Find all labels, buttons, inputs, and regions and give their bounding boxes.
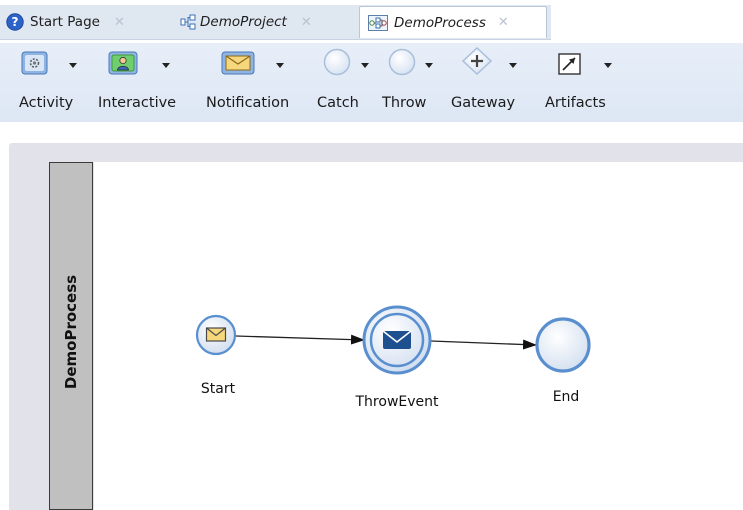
gateway-label[interactable]: Gateway <box>451 95 515 111</box>
throw-button[interactable] <box>384 48 420 76</box>
start-event[interactable] <box>195 314 237 356</box>
notification-dropdown-icon[interactable] <box>276 63 284 68</box>
catch-label[interactable]: Catch <box>317 95 359 111</box>
catch-event-circle-icon <box>323 48 351 76</box>
artifacts-dropdown-icon[interactable] <box>604 63 612 68</box>
process-canvas[interactable]: DemoProcess Start ThrowEvent End <box>0 122 743 510</box>
component-palette-toolbar: Activity Interactive Notification Catch … <box>0 43 743 122</box>
process-diagram <box>195 305 591 375</box>
help-circle-icon: ? <box>6 13 24 31</box>
tab-start-page[interactable]: ? Start Page ✕ <box>6 6 125 38</box>
start-event-label: Start <box>200 381 236 397</box>
svg-text:?: ? <box>12 15 19 29</box>
tab-demo-process-label: DemoProcess <box>394 14 486 31</box>
throw-event-circle-icon <box>388 48 416 76</box>
end-event[interactable] <box>535 317 591 373</box>
tab-demo-process[interactable]: DemoProcess ✕ <box>359 6 547 38</box>
notification-envelope-icon <box>221 51 255 75</box>
sequence-flow-throw-to-end[interactable] <box>430 339 537 350</box>
gateway-button[interactable] <box>460 46 494 76</box>
notification-label[interactable]: Notification <box>206 95 289 111</box>
interactive-dropdown-icon[interactable] <box>162 63 170 68</box>
activity-gear-icon <box>21 51 48 75</box>
gateway-dropdown-icon[interactable] <box>509 63 517 68</box>
editor-tab-bar: ? Start Page ✕ DemoProject ✕ DemoProcess… <box>0 0 743 43</box>
throw-event-label: ThrowEvent <box>355 394 439 410</box>
close-icon[interactable]: ✕ <box>301 15 312 30</box>
artifacts-label[interactable]: Artifacts <box>545 95 606 111</box>
sequence-flow-start-to-throw[interactable] <box>235 334 365 345</box>
tab-demo-project-label: DemoProject <box>200 14 287 30</box>
process-icon <box>368 14 388 31</box>
artifacts-annotation-icon <box>558 53 581 75</box>
close-icon[interactable]: ✕ <box>114 15 125 30</box>
throw-dropdown-icon[interactable] <box>425 63 433 68</box>
catch-button[interactable] <box>319 48 355 76</box>
artifacts-button[interactable] <box>558 52 582 76</box>
project-icon <box>180 14 196 30</box>
throw-label[interactable]: Throw <box>382 95 426 111</box>
tab-start-page-label: Start Page <box>30 14 100 30</box>
activity-dropdown-icon[interactable] <box>69 63 77 68</box>
interactive-label[interactable]: Interactive <box>98 95 176 111</box>
throw-event[interactable] <box>362 305 432 375</box>
activity-button[interactable] <box>21 51 48 75</box>
tab-demo-project[interactable]: DemoProject ✕ <box>180 6 312 38</box>
gateway-diamond-icon <box>461 46 493 76</box>
activity-label[interactable]: Activity <box>19 95 73 111</box>
interactive-button[interactable] <box>108 51 138 75</box>
end-event-label: End <box>552 389 580 405</box>
catch-dropdown-icon[interactable] <box>361 63 369 68</box>
close-icon[interactable]: ✕ <box>498 15 509 30</box>
interactive-user-icon <box>108 51 138 75</box>
notification-button[interactable] <box>221 51 255 75</box>
